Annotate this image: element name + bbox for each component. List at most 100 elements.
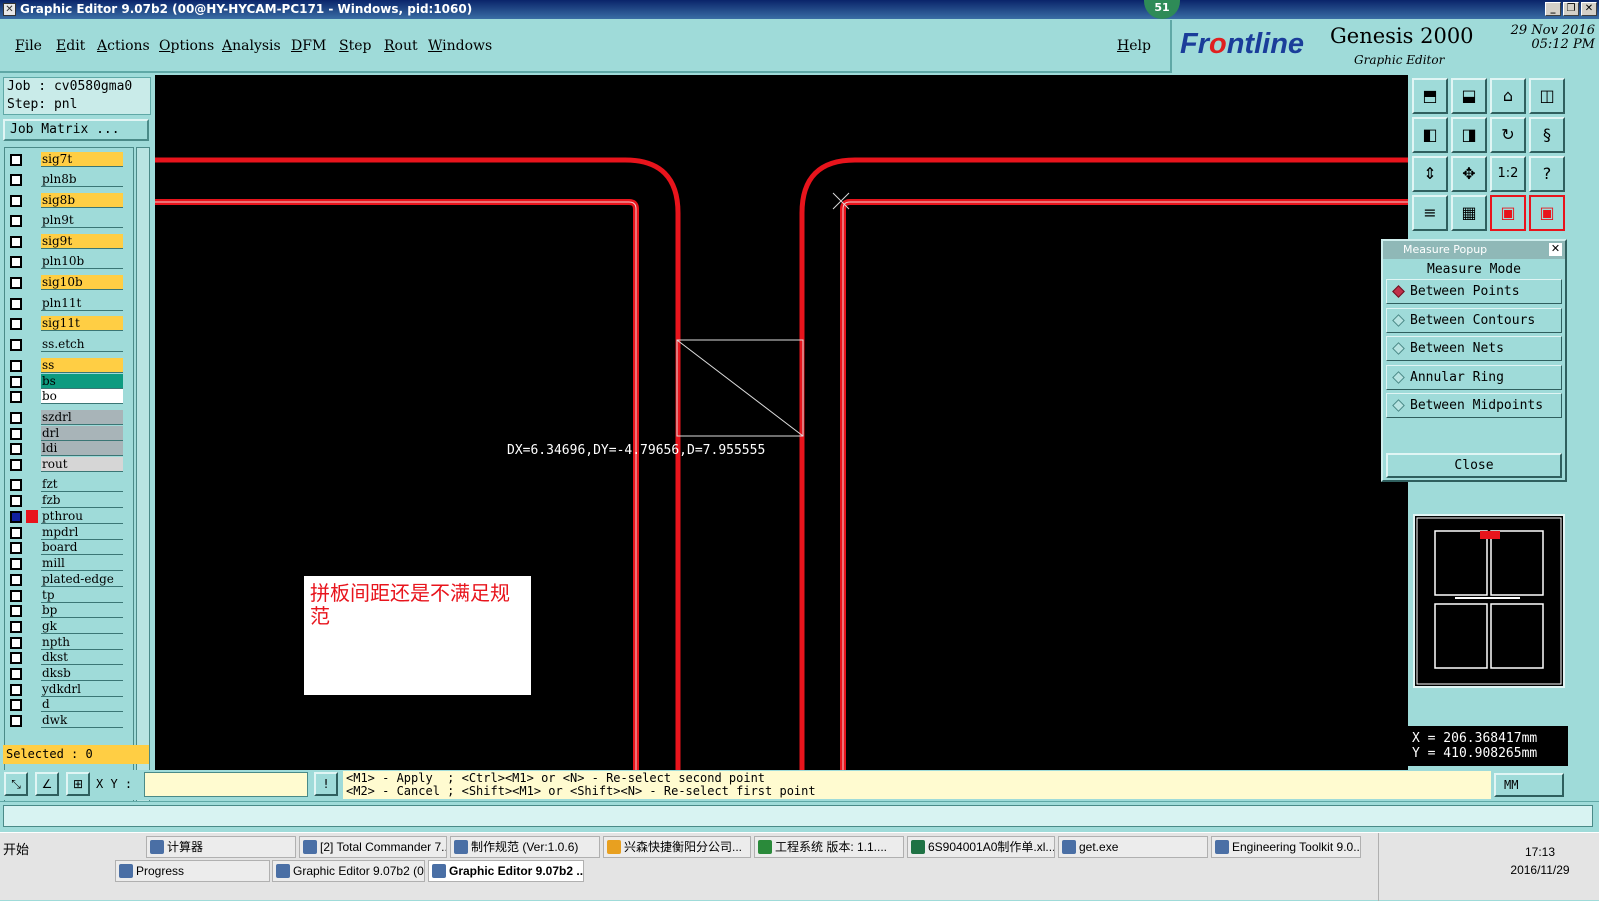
layer-name[interactable]: ss [41, 358, 123, 373]
layer-checkbox[interactable] [10, 558, 22, 570]
layer-row[interactable]: d [7, 697, 125, 713]
layer-row[interactable]: sig10b [7, 275, 125, 291]
layer-row[interactable]: drl [7, 426, 125, 442]
job-matrix-button[interactable]: Job Matrix ... [3, 119, 149, 141]
layer-list-scrollbar[interactable] [136, 147, 150, 803]
layer-checkbox[interactable] [10, 195, 22, 207]
zoom-down-icon[interactable]: ⬓ [1451, 78, 1487, 114]
rotate-icon[interactable]: ↻ [1490, 117, 1526, 153]
xy-input[interactable] [144, 772, 308, 797]
layer-checkbox[interactable] [10, 527, 22, 539]
layer-checkbox[interactable] [10, 637, 22, 649]
layer-row[interactable]: plated-edge [7, 572, 125, 588]
option-between-nets[interactable]: Between Nets [1386, 336, 1562, 361]
info-icon[interactable]: ! [314, 772, 338, 796]
angle-mode-icon[interactable]: ∠ [35, 772, 59, 796]
start-button[interactable]: 开始 [3, 839, 29, 858]
snap-mode-icon[interactable]: ⤡ [4, 772, 28, 796]
menu-file[interactable]: File [15, 38, 42, 54]
panel-minimap[interactable] [1413, 514, 1565, 688]
layer-row[interactable]: ydkdrl [7, 682, 125, 698]
layer-row[interactable]: gk [7, 619, 125, 635]
pan-left-icon[interactable]: ◧ [1412, 117, 1448, 153]
layer-name[interactable]: sig9t [41, 234, 123, 249]
menu-edit[interactable]: Edit [56, 38, 85, 54]
measure-close-button[interactable]: Close [1386, 453, 1562, 478]
palette-icon[interactable]: ≡ [1412, 195, 1448, 231]
menu-dfm[interactable]: DFM [291, 38, 326, 54]
layer-name[interactable]: fzt [41, 477, 123, 492]
layer-name[interactable]: drl [41, 426, 123, 441]
layer-row[interactable]: bo [7, 389, 125, 405]
layer-name[interactable]: npth [41, 635, 123, 650]
option-between-midpoints[interactable]: Between Midpoints [1386, 393, 1562, 418]
layer-name[interactable]: mpdrl [41, 525, 123, 540]
fit-vertical-icon[interactable]: ⇕ [1412, 156, 1448, 192]
option-between-contours[interactable]: Between Contours [1386, 308, 1562, 333]
layer-checkbox[interactable] [10, 574, 22, 586]
layer-checkbox[interactable] [10, 298, 22, 310]
task-company[interactable]: 兴森快捷衡阳分公司... [603, 836, 751, 858]
task-get-exe[interactable]: get.exe [1058, 836, 1208, 858]
layer-name[interactable]: mill [41, 556, 123, 571]
layer-name[interactable]: bp [41, 603, 123, 618]
snap-icon[interactable]: § [1529, 117, 1565, 153]
layer-checkbox[interactable] [10, 391, 22, 403]
layer-row[interactable]: pln11t [7, 296, 125, 312]
layer-checkbox[interactable] [10, 605, 22, 617]
layer-checkbox[interactable] [10, 339, 22, 351]
layer-display-alt-icon[interactable]: ▣ [1529, 195, 1565, 231]
layer-row[interactable]: sig8b [7, 193, 125, 209]
layer-name[interactable]: rout [41, 457, 123, 472]
layer-name[interactable]: szdrl [41, 410, 123, 425]
layer-name[interactable]: ydkdrl [41, 682, 123, 697]
grid-icon[interactable]: ▦ [1451, 195, 1487, 231]
layer-name[interactable]: dkst [41, 650, 123, 665]
layer-checkbox[interactable] [10, 479, 22, 491]
task-spec[interactable]: 制作规范 (Ver:1.0.6) [450, 836, 600, 858]
menu-step[interactable]: Step [339, 38, 371, 54]
layer-row[interactable]: fzb [7, 493, 125, 509]
layer-checkbox[interactable] [10, 459, 22, 471]
layer-name[interactable]: sig8b [41, 193, 123, 208]
layer-checkbox[interactable] [10, 668, 22, 680]
layer-row[interactable]: dkst [7, 650, 125, 666]
layer-row[interactable]: rout [7, 457, 125, 473]
layer-checkbox[interactable] [10, 511, 22, 523]
fit-all-icon[interactable]: ✥ [1451, 156, 1487, 192]
pan-right-icon[interactable]: ◨ [1451, 117, 1487, 153]
layer-checkbox[interactable] [10, 154, 22, 166]
layer-checkbox[interactable] [10, 360, 22, 372]
task-excel[interactable]: 6S904001A0制作单.xl... [907, 836, 1055, 858]
grid-snap-icon[interactable]: ⊞ [66, 772, 90, 796]
layer-checkbox[interactable] [10, 277, 22, 289]
layer-checkbox[interactable] [10, 236, 22, 248]
layer-name[interactable]: bo [41, 389, 123, 404]
layer-row[interactable]: sig7t [7, 152, 125, 168]
layer-name[interactable]: sig10b [41, 275, 123, 290]
layer-name[interactable]: d [41, 697, 123, 712]
layer-name[interactable]: gk [41, 619, 123, 634]
measure-popup-close-icon[interactable]: ✕ [1549, 243, 1562, 256]
layer-row[interactable]: tp [7, 588, 125, 604]
layer-row[interactable]: pln10b [7, 254, 125, 270]
layer-name[interactable]: ss.etch [41, 337, 123, 352]
layer-row[interactable]: ss.etch [7, 337, 125, 353]
layer-row[interactable]: bp [7, 603, 125, 619]
layer-name[interactable]: pthrou [41, 509, 123, 524]
layer-checkbox[interactable] [10, 652, 22, 664]
layer-row[interactable]: bs [7, 374, 125, 390]
layer-checkbox[interactable] [10, 318, 22, 330]
layer-checkbox[interactable] [10, 174, 22, 186]
layer-list[interactable]: sig7t pln8b sig8b pln9t sig9t pln10b sig10b pln… [4, 147, 134, 803]
layer-checkbox[interactable] [10, 376, 22, 388]
menu-help[interactable]: Help [1117, 38, 1151, 54]
layer-checkbox[interactable] [10, 215, 22, 227]
layer-row[interactable]: board [7, 540, 125, 556]
layer-name[interactable]: tp [41, 588, 123, 603]
layer-row[interactable]: pln8b [7, 172, 125, 188]
layer-row[interactable]: mpdrl [7, 525, 125, 541]
close-icon[interactable]: ✕ [1581, 2, 1597, 16]
layer-row[interactable]: dwk [7, 713, 125, 729]
menu-rout[interactable]: Rout [384, 38, 418, 54]
